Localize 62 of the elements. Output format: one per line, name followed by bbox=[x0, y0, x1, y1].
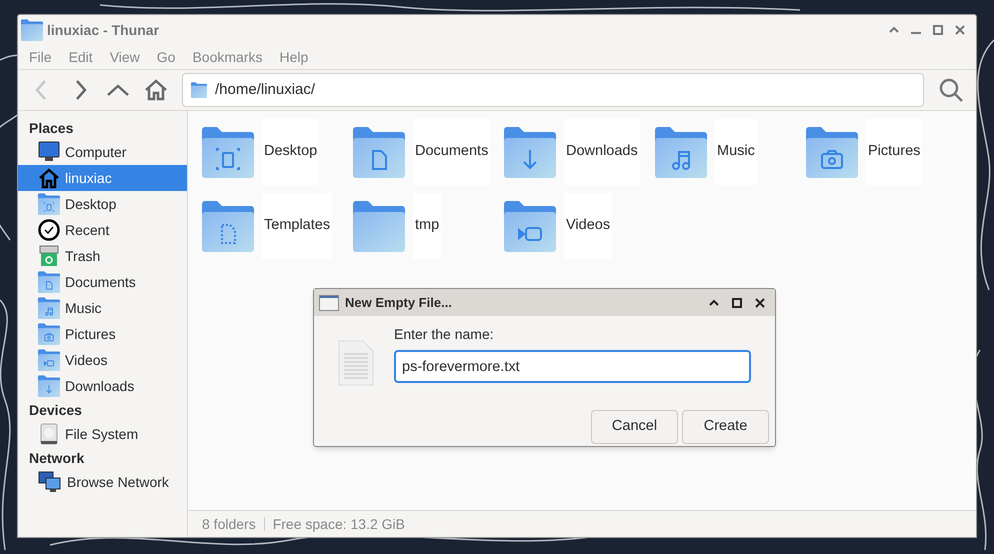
folder-item[interactable]: Documents bbox=[353, 119, 504, 193]
dialog-button[interactable]: Create bbox=[682, 410, 769, 444]
name-field[interactable]: ps-forevermore.txt bbox=[394, 350, 751, 383]
close-icon[interactable] bbox=[755, 298, 765, 308]
sidebar-heading: Devices bbox=[28, 400, 83, 420]
sidebar-item[interactable]: Documents bbox=[18, 269, 187, 295]
search-icon[interactable] bbox=[938, 77, 964, 103]
location-path: /home/linuxiac/ bbox=[215, 80, 316, 100]
folder-icon bbox=[202, 126, 254, 178]
folder-icon bbox=[191, 82, 207, 98]
folder-icon bbox=[353, 126, 405, 178]
home-icon bbox=[144, 78, 168, 102]
location-field[interactable]: /home/linuxiac/ bbox=[182, 73, 924, 107]
sidebar-item[interactable]: Trash bbox=[18, 243, 187, 269]
folder-icon bbox=[806, 126, 858, 178]
folder-item[interactable]: Templates bbox=[202, 193, 353, 267]
folder-icon bbox=[38, 349, 60, 371]
maximize-icon[interactable] bbox=[732, 298, 742, 308]
dialog-title: New Empty File... bbox=[345, 294, 452, 312]
folder-icon bbox=[38, 271, 60, 293]
folder-icon bbox=[38, 375, 60, 397]
drive-icon bbox=[38, 423, 60, 445]
name-prompt: Enter the name: bbox=[394, 325, 495, 344]
sidebar-item[interactable]: File System bbox=[18, 421, 187, 447]
folder-item[interactable]: Downloads bbox=[504, 119, 655, 193]
network-icon bbox=[38, 471, 62, 493]
sidebar-heading: Places bbox=[28, 118, 74, 138]
folder-item[interactable]: Videos bbox=[504, 193, 655, 267]
folder-icon bbox=[202, 200, 254, 252]
sidebar-heading: Network bbox=[28, 448, 86, 468]
folder-icon bbox=[353, 200, 405, 252]
sidebar-item[interactable]: linuxiac bbox=[18, 165, 187, 191]
trash-icon bbox=[38, 245, 60, 267]
sidebar-item[interactable]: Pictures bbox=[18, 321, 187, 347]
folder-icon bbox=[504, 200, 556, 252]
monitor-icon bbox=[38, 141, 60, 163]
folder-icon bbox=[504, 126, 556, 178]
sidebar-item[interactable]: Recent bbox=[18, 217, 187, 243]
free-space: Free space: 13.2 GiB bbox=[272, 514, 405, 534]
clock-icon bbox=[38, 219, 60, 241]
folder-count: 8 folders bbox=[202, 514, 256, 534]
folder-item[interactable]: Pictures bbox=[806, 119, 957, 193]
folder-icon bbox=[38, 193, 60, 215]
sidebar-item[interactable]: Computer bbox=[18, 139, 187, 165]
window-icon bbox=[319, 294, 339, 310]
sidebar-item[interactable]: Desktop bbox=[18, 191, 187, 217]
home-icon bbox=[38, 167, 60, 189]
shade-icon[interactable] bbox=[709, 298, 719, 308]
sidebar-item[interactable]: Downloads bbox=[18, 373, 187, 399]
folder-item[interactable]: Desktop bbox=[202, 119, 353, 193]
folder-icon bbox=[38, 323, 60, 345]
sidebar-item[interactable]: Browse Network bbox=[18, 469, 187, 495]
folder-icon bbox=[21, 19, 43, 41]
folder-icon bbox=[655, 126, 707, 178]
document-icon bbox=[338, 340, 374, 386]
dialog-button[interactable]: Cancel bbox=[591, 410, 678, 444]
folder-item[interactable]: Music bbox=[655, 119, 806, 193]
sidebar-item[interactable]: Music bbox=[18, 295, 187, 321]
sidebar-item[interactable]: Videos bbox=[18, 347, 187, 373]
folder-item[interactable]: tmp bbox=[353, 193, 504, 267]
window-title: linuxiac - Thunar bbox=[47, 20, 160, 40]
folder-icon bbox=[38, 297, 60, 319]
